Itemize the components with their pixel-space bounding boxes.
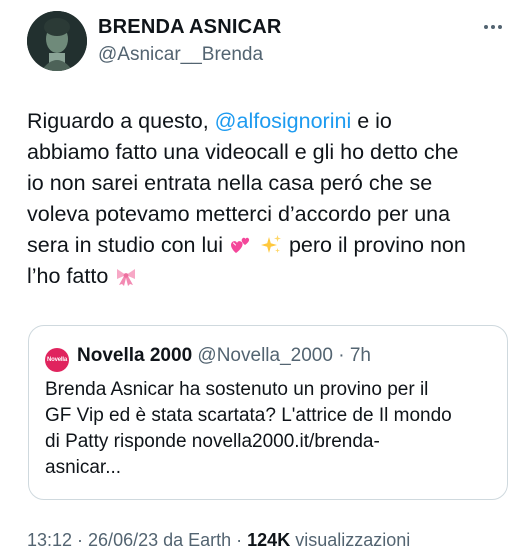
quoted-tweet-text: Brenda Asnicar ha sostenuto un provino p… (45, 379, 452, 478)
author-name[interactable]: BRENDA ASNICAR (98, 16, 282, 39)
tweet-text: Riguardo a questo, @alfosignorini e io a… (27, 106, 507, 292)
avatar[interactable] (27, 11, 87, 71)
quoted-tweet-card[interactable]: Novella Novella 2000 @Novella_2000 · 7h … (28, 325, 508, 500)
views-label: visualizzazioni (290, 530, 411, 550)
ribbon-icon (117, 269, 136, 286)
avatar-image (27, 11, 87, 71)
more-dot-icon (498, 25, 502, 29)
tweet-timestamp[interactable]: 13:12 · 26/06/23 da Earth · (27, 530, 247, 550)
more-dot-icon (484, 25, 488, 29)
quoted-author-handle: @Novella_2000 (197, 345, 333, 366)
more-options-button[interactable] (480, 18, 506, 36)
quoted-time: 7h (349, 345, 371, 366)
author-handle[interactable]: @Asnicar__Brenda (98, 44, 263, 66)
tweet-text-part: Riguardo a questo, (27, 109, 215, 133)
quoted-author-name: Novella 2000 (77, 345, 193, 366)
quoted-tweet-header: Novella 2000 @Novella_2000 · 7h (77, 345, 371, 367)
two-hearts-icon (231, 237, 250, 253)
sparkles-icon (260, 235, 281, 253)
novella-logo: Novella (45, 348, 69, 372)
tweet-footer: 13:12 · 26/06/23 da Earth · 124K visuali… (27, 530, 410, 551)
views-count: 124K (247, 530, 291, 550)
more-dot-icon (491, 25, 495, 29)
quoted-separator: · (332, 345, 350, 366)
mention-link[interactable]: @alfosignorini (215, 109, 352, 133)
